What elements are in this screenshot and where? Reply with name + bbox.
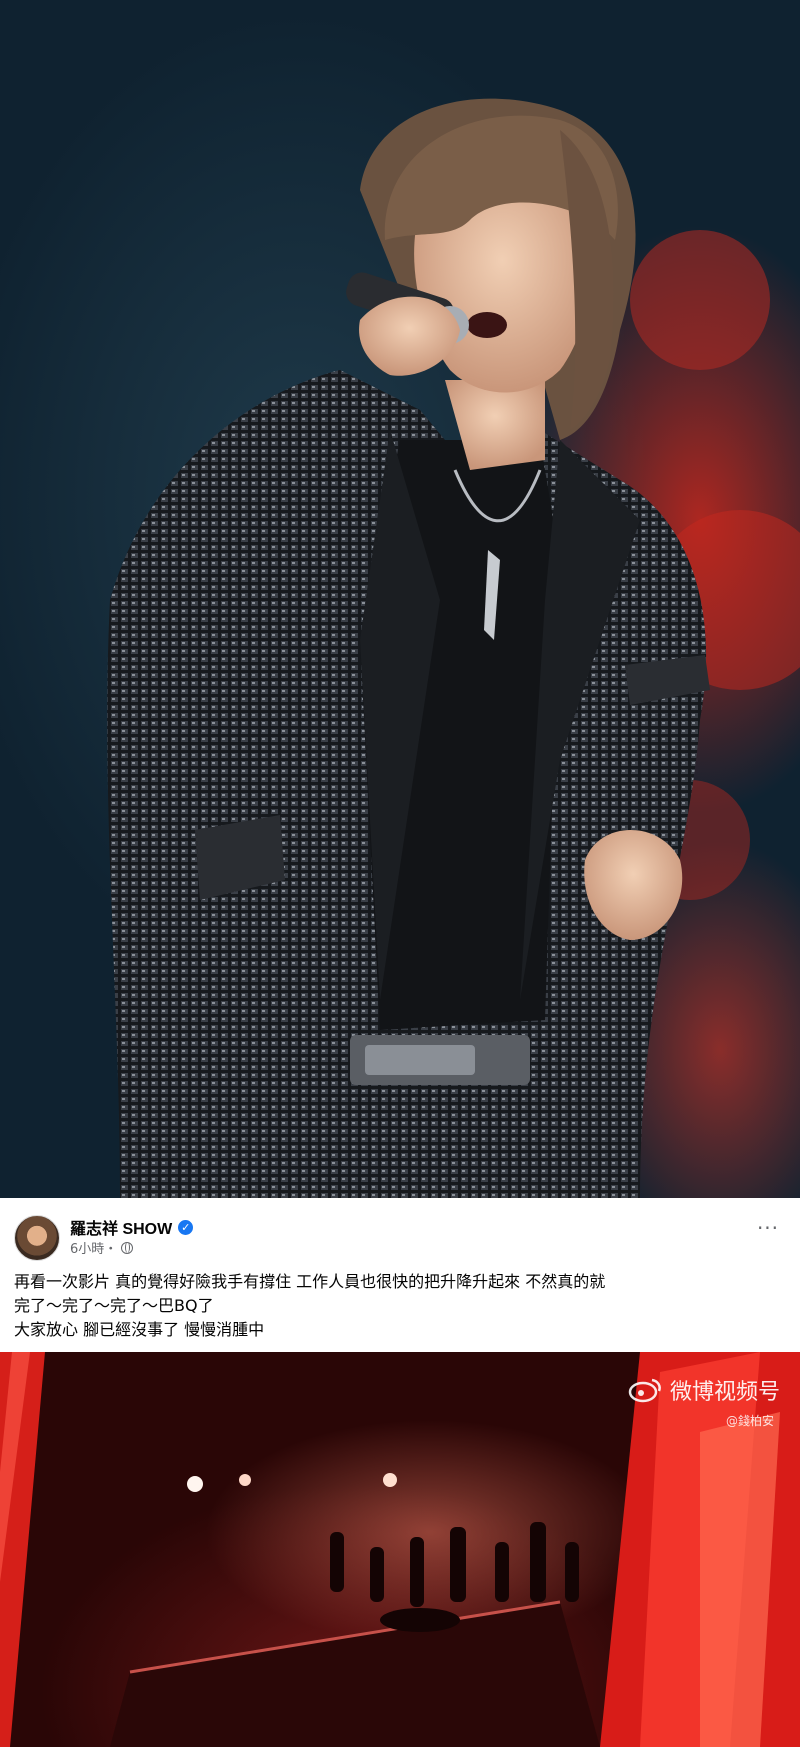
post-text-line: 完了～完了～完了～巴BQ了 <box>14 1296 214 1315</box>
avatar[interactable] <box>14 1215 60 1261</box>
verified-badge-icon: ✓ <box>178 1219 194 1235</box>
watermark-text: 微博视频号 <box>669 1380 780 1405</box>
post-timestamp[interactable]: 6小時・ <box>70 1238 117 1257</box>
weibo-logo-icon <box>628 1377 662 1403</box>
author-row: 羅志祥 SHOW ✓ <box>70 1215 194 1239</box>
stage-video-frame[interactable]: 微博视频号 @錢柏安 <box>0 1352 800 1747</box>
post-text-line: 大家放心 腳已經沒事了 慢慢消腫中 <box>14 1320 265 1339</box>
post-text-line: 再看一次影片 真的覺得好險我手有撐住 工作人員也很快的把升降升起來 不然真的就 <box>14 1272 606 1291</box>
weibo-watermark: 微博视频号 <box>628 1374 780 1406</box>
post-text: 再看一次影片 真的覺得好險我手有撐住 工作人員也很快的把升降升起來 不然真的就 … <box>14 1270 784 1342</box>
globe-icon <box>121 1241 134 1254</box>
singer-illustration <box>107 98 800 1198</box>
facebook-post: 羅志祥 SHOW ✓ 6小時・ ··· 再看一次影片 真的覺得好險我手有撐住 工… <box>0 1198 800 1352</box>
more-options-button[interactable]: ··· <box>750 1218 786 1244</box>
concert-photo[interactable] <box>0 0 800 1198</box>
stage-illustration <box>0 1352 800 1747</box>
post-meta: 6小時・ <box>70 1238 134 1257</box>
watermark-handle: @錢柏安 <box>725 1414 774 1428</box>
author-name[interactable]: 羅志祥 SHOW <box>70 1215 172 1239</box>
